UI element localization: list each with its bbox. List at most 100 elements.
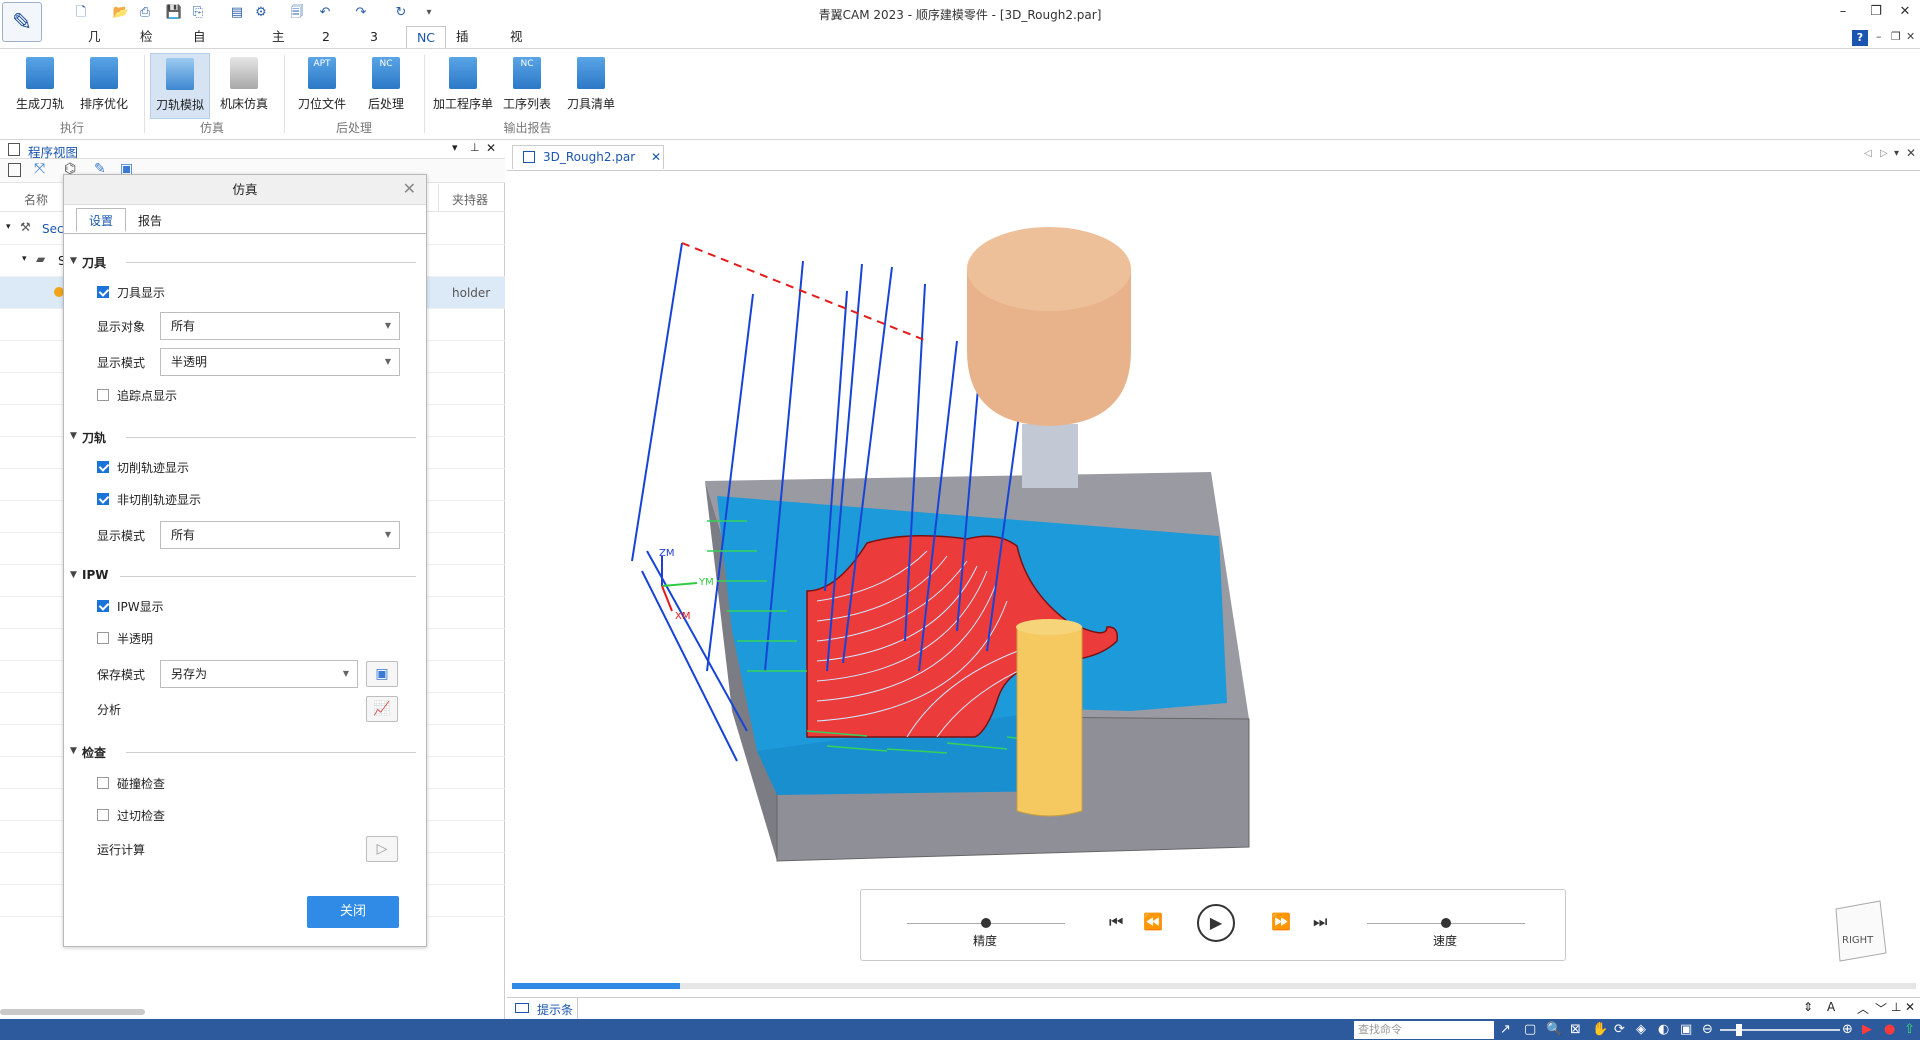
analysis-button[interactable]: 📈 xyxy=(366,696,398,722)
menu-view[interactable]: 视图 xyxy=(504,26,529,66)
collapse-icon[interactable]: ▼ xyxy=(70,431,77,441)
translucent-checkbox[interactable] xyxy=(97,632,109,644)
menu-plugins[interactable]: 插件 xyxy=(450,26,475,66)
collapse-down-icon[interactable]: ﹀ xyxy=(1875,1000,1887,1017)
sort-optimize-button[interactable]: 排序优化 xyxy=(74,53,134,119)
shading-icon[interactable]: ◐ xyxy=(1658,1022,1669,1037)
show-ipw-checkbox[interactable] xyxy=(97,600,109,612)
trace-point-checkbox[interactable] xyxy=(97,389,109,401)
pan-icon[interactable]: ✋ xyxy=(1592,1022,1608,1037)
play-button[interactable]: ▶ xyxy=(1197,904,1235,942)
axis-view-icon[interactable]: ⤧ xyxy=(34,161,45,177)
expand-icon[interactable]: ▾ xyxy=(22,254,27,264)
column-name[interactable]: 名称 xyxy=(24,191,48,208)
collision-check-checkbox[interactable] xyxy=(97,777,109,789)
cut-path-checkbox[interactable] xyxy=(97,461,109,473)
tab-settings[interactable]: 设置 xyxy=(76,208,127,232)
dialog-close-icon[interactable]: ✕ xyxy=(403,179,416,198)
tree-view-icon[interactable] xyxy=(8,163,21,177)
display-mode-select[interactable]: 半透明 ▼ xyxy=(160,348,400,376)
tool-list-button[interactable]: 刀具清单 xyxy=(561,53,621,119)
simulation-scene[interactable]: ZM XM YM xyxy=(507,171,1920,981)
display-object-select[interactable]: 所有 ▼ xyxy=(160,312,400,340)
generate-toolpath-button[interactable]: 生成刀轨 xyxy=(10,53,70,119)
post-process-button[interactable]: NC 后处理 xyxy=(356,53,416,119)
tab-scroll-left-icon[interactable]: ◁ xyxy=(1864,148,1872,159)
panel-close-icon[interactable]: ✕ xyxy=(486,141,496,155)
tab-list-icon[interactable]: ▾ xyxy=(1894,148,1899,159)
doc-close-icon[interactable]: ✕ xyxy=(1906,146,1916,160)
dialog-title[interactable]: 仿真 xyxy=(64,175,426,205)
toolpath-simulation-button[interactable]: 刀轨模拟 xyxy=(150,53,210,119)
pin-icon[interactable]: ⊥ xyxy=(1891,1000,1901,1014)
hint-close-icon[interactable]: ✕ xyxy=(1905,1000,1915,1014)
help-icon[interactable]: ? xyxy=(1852,30,1868,46)
fast-forward-icon[interactable]: ⏩ xyxy=(1271,912,1291,931)
expand-icon[interactable]: ▾ xyxy=(6,222,11,232)
tab-close-icon[interactable]: ✕ xyxy=(651,146,661,168)
precision-slider-handle[interactable] xyxy=(981,918,991,928)
display-style-icon[interactable]: ▣ xyxy=(1680,1022,1692,1037)
3d-viewport[interactable]: ZM XM YM xyxy=(507,170,1920,980)
font-size-icon[interactable]: A xyxy=(1827,1000,1835,1014)
menu-geometry[interactable]: 几何 xyxy=(82,26,107,66)
overcut-check-checkbox[interactable] xyxy=(97,809,109,821)
menu-inspect[interactable]: 检查 xyxy=(134,26,159,66)
collapse-icon[interactable]: ▼ xyxy=(70,256,77,266)
skip-back-icon[interactable]: ⏮ xyxy=(1109,912,1123,932)
operation-list-button[interactable]: NC 工序列表 xyxy=(497,53,557,119)
program-sheet-button[interactable]: 加工程序单 xyxy=(430,53,496,119)
ribbon-minimize-icon[interactable]: – xyxy=(1876,30,1882,43)
menu-3axis[interactable]: 3轴 xyxy=(364,26,389,66)
column-holder[interactable]: 夹持器 xyxy=(452,191,488,208)
noncut-path-checkbox[interactable] xyxy=(97,493,109,505)
collapse-icon[interactable]: ▼ xyxy=(70,570,77,580)
close-button[interactable]: 关闭 xyxy=(307,896,399,928)
close-window-icon[interactable]: ✕ xyxy=(1894,4,1916,22)
collapse-up-icon[interactable]: ︿ xyxy=(1857,1000,1869,1017)
restore-icon[interactable]: ❐ xyxy=(1865,4,1887,22)
minimize-icon[interactable]: – xyxy=(1832,4,1854,22)
zoom-icon[interactable]: 🔍 xyxy=(1546,1022,1562,1037)
tab-report[interactable]: 报告 xyxy=(126,209,174,233)
tab-scroll-right-icon[interactable]: ▷ xyxy=(1880,148,1888,159)
zoom-in-icon[interactable]: ⊕ xyxy=(1842,1022,1853,1037)
panel-pin-icon[interactable]: ⊥ xyxy=(470,141,480,154)
zoom-out-icon[interactable]: ⊖ xyxy=(1702,1022,1713,1037)
run-calc-button[interactable]: ▷ xyxy=(366,836,398,862)
view-cube-face[interactable] xyxy=(1835,900,1887,962)
collapse-icon[interactable]: ▼ xyxy=(70,746,77,756)
show-tool-checkbox[interactable] xyxy=(97,286,109,298)
machine-simulation-button[interactable]: 机床仿真 xyxy=(214,53,274,119)
rotate-icon[interactable]: ⟳ xyxy=(1614,1022,1625,1037)
horizontal-scrollbar[interactable] xyxy=(0,1009,145,1015)
skip-forward-icon[interactable]: ⏭ xyxy=(1313,912,1327,932)
view-orient-icon[interactable]: ◈ xyxy=(1636,1022,1646,1037)
simulation-progress-bar[interactable] xyxy=(512,983,1916,989)
tab-document[interactable]: 3D_Rough2.par ✕ xyxy=(512,145,664,169)
menu-nc[interactable]: NC xyxy=(406,26,446,48)
zoom-slider-handle[interactable] xyxy=(1736,1024,1742,1036)
panel-menu-icon[interactable]: ▾ xyxy=(452,141,458,154)
upload-icon[interactable]: ⇧ xyxy=(1904,1022,1915,1037)
menu-auto-machining[interactable]: 自动加工 xyxy=(187,26,212,110)
video-icon[interactable]: ▶ xyxy=(1862,1022,1872,1037)
record-icon[interactable]: ● xyxy=(1884,1022,1895,1037)
cl-file-button[interactable]: APT 刀位文件 xyxy=(292,53,352,119)
menu-home[interactable]: 主页 xyxy=(266,26,291,66)
command-go-icon[interactable]: ↗ xyxy=(1500,1022,1511,1037)
rewind-icon[interactable]: ⏪ xyxy=(1143,912,1163,931)
scroll-icon[interactable]: ⇕ xyxy=(1803,1000,1813,1014)
fit-view-icon[interactable]: ⊠ xyxy=(1570,1022,1581,1037)
save-ipw-button[interactable]: ▣ xyxy=(366,661,398,687)
view-cube[interactable]: RIGHT xyxy=(1830,897,1888,963)
overcut-check-label: 过切检查 xyxy=(117,809,166,823)
command-search-input[interactable]: 查找命令 xyxy=(1354,1021,1494,1039)
save-mode-select[interactable]: 另存为 ▼ xyxy=(160,660,358,688)
path-display-mode-select[interactable]: 所有 ▼ xyxy=(160,521,400,549)
menu-2axis[interactable]: 2轴 xyxy=(316,26,341,66)
zoom-area-icon[interactable]: ▢ xyxy=(1524,1022,1536,1037)
ribbon-close-icon[interactable]: ✕ xyxy=(1906,30,1915,43)
speed-slider-handle[interactable] xyxy=(1441,918,1451,928)
ribbon-restore-icon[interactable]: ❐ xyxy=(1891,30,1901,43)
